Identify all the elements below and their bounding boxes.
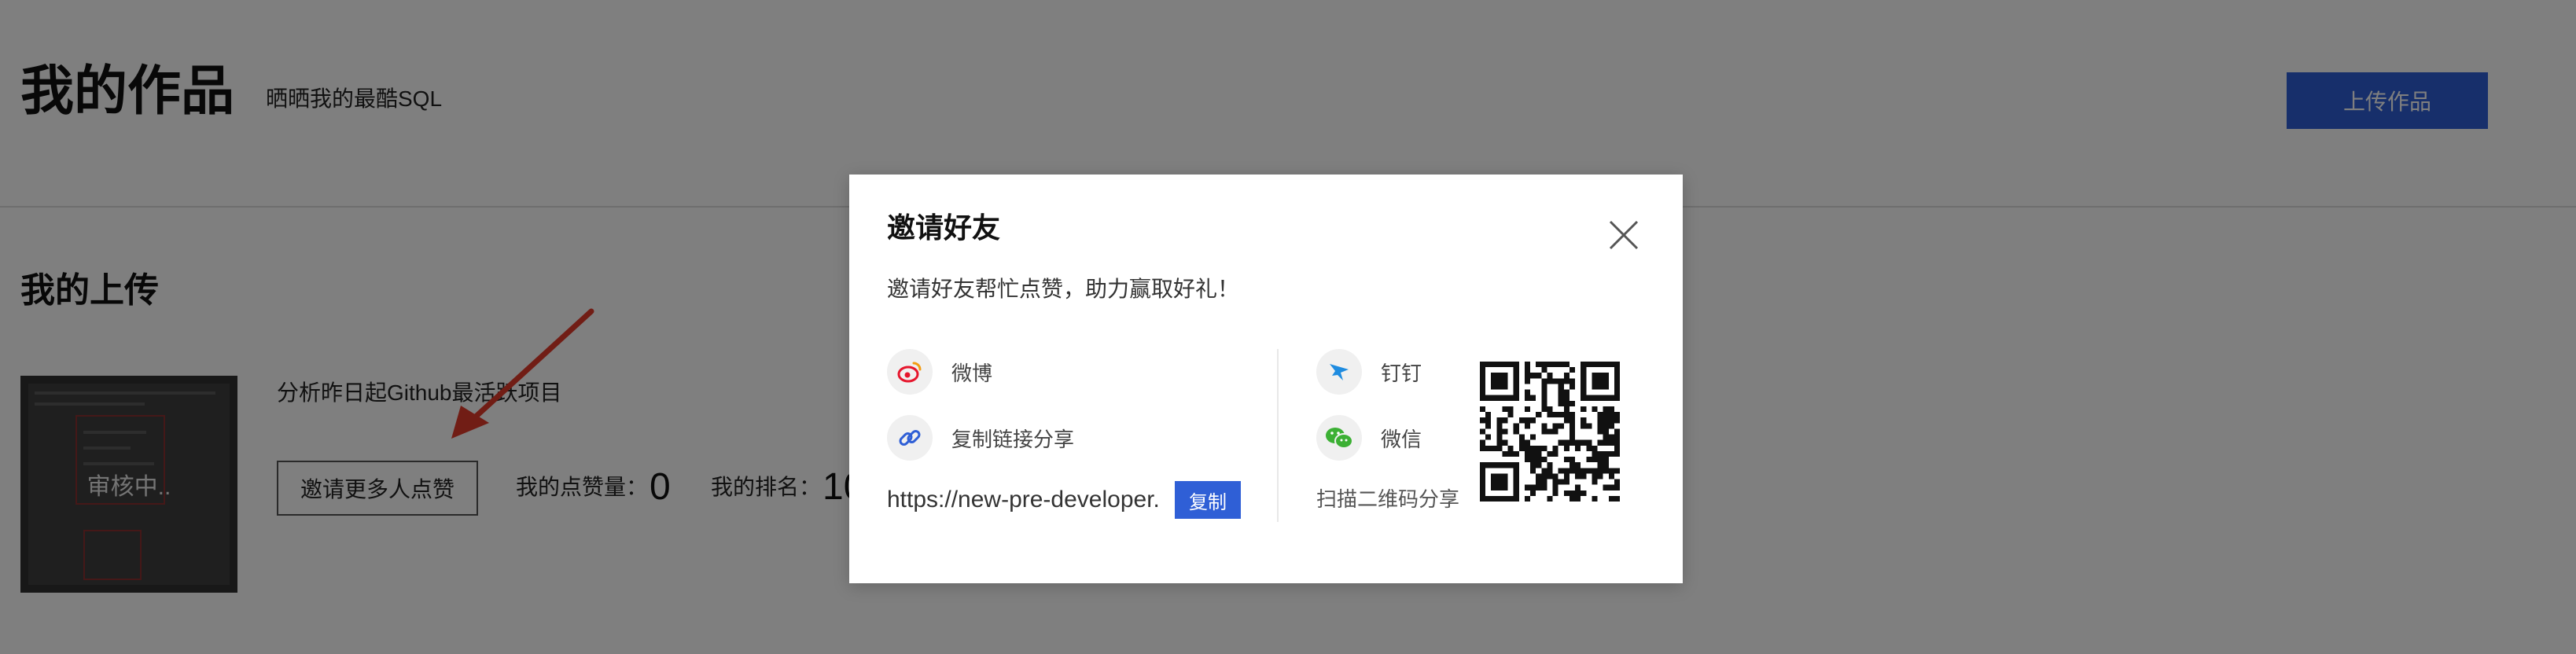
share-copy-link-label: 复制链接分享 [951,427,1075,451]
dialog-title: 邀请好友 [887,211,1001,244]
wechat-icon [1316,415,1362,461]
dingtalk-icon [1316,349,1362,395]
weibo-icon [887,349,933,395]
share-url[interactable]: https://new-pre-developer. [887,481,1175,519]
share-wechat-label: 微信 [1381,427,1422,451]
qr-caption: 扫描二维码分享 [1316,487,1460,511]
dialog-description: 邀请好友帮忙点赞，助力赢取好礼！ [887,277,1240,301]
share-copy-link[interactable]: 复制链接分享 [887,415,1074,461]
qr-code [1480,362,1620,502]
share-weibo[interactable]: 微博 [887,349,992,395]
share-wechat[interactable]: 微信 [1316,415,1422,461]
share-dingtalk-label: 钉钉 [1381,361,1422,385]
share-dingtalk[interactable]: 钉钉 [1316,349,1422,395]
share-weibo-label: 微博 [951,361,993,385]
dialog-column-divider [1277,349,1279,522]
copy-button[interactable]: 复制 [1175,481,1241,519]
link-icon [887,415,933,461]
invite-friends-dialog: 邀请好友 邀请好友帮忙点赞，助力赢取好礼！ 微博 复制链接分享 https://… [849,175,1683,583]
close-icon[interactable] [1606,217,1642,253]
share-link-row: https://new-pre-developer. 复制 [887,481,1241,519]
